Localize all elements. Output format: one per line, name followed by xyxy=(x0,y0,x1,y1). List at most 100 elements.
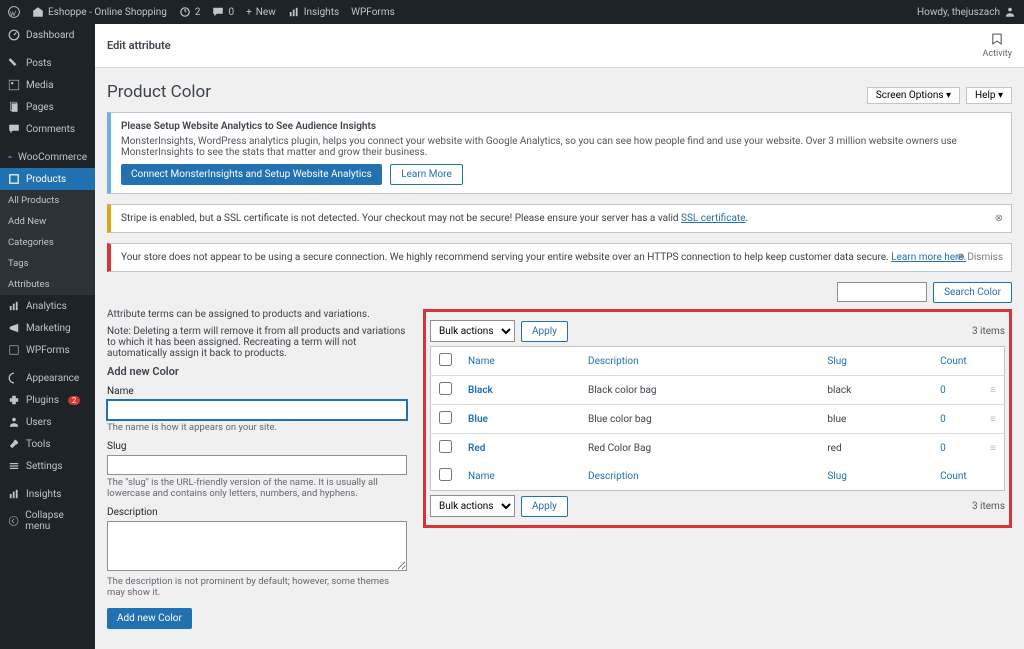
description-input[interactable] xyxy=(107,521,407,571)
apply-bottom-button[interactable]: Apply xyxy=(521,496,568,517)
term-name-link[interactable]: Black xyxy=(468,385,493,396)
description-help: The description is not prominent by defa… xyxy=(107,576,407,598)
learn-more-button[interactable]: Learn More xyxy=(390,164,463,185)
name-help: The name is how it appears on your site. xyxy=(107,422,407,433)
drag-handle-icon[interactable]: ≡ xyxy=(982,376,1004,405)
submenu-add-new[interactable]: Add New xyxy=(0,211,95,232)
row-checkbox[interactable] xyxy=(439,411,452,424)
ssl-certificate-link[interactable]: SSL certificate xyxy=(681,213,745,224)
new-content[interactable]: + New xyxy=(246,7,276,18)
description-label: Description xyxy=(107,507,407,518)
plugins-badge: 2 xyxy=(68,396,81,405)
add-new-color-button[interactable]: Add new Color xyxy=(107,608,192,629)
items-count-top: 3 items xyxy=(972,326,1005,337)
col-count-footer[interactable]: Count xyxy=(940,471,967,482)
menu-analytics[interactable]: Analytics xyxy=(0,295,95,317)
menu-insights[interactable]: Insights xyxy=(0,483,95,505)
slug-label: Slug xyxy=(107,441,407,452)
main-content: Edit attribute Activity Product Color Sc… xyxy=(95,24,1024,649)
admin-bar: Eshoppe - Online Shopping 2 0 + New Insi… xyxy=(0,0,1024,24)
apply-top-button[interactable]: Apply xyxy=(521,321,568,342)
slug-help: The "slug" is the URL-friendly version o… xyxy=(107,477,407,499)
col-name-header[interactable]: Name xyxy=(468,356,495,367)
screen-options-button[interactable]: Screen Options ▾ xyxy=(867,87,960,104)
stripe-ssl-notice: Stripe is enabled, but a SSL certificate… xyxy=(107,204,1012,233)
select-all-top[interactable] xyxy=(439,353,452,366)
col-slug-header[interactable]: Slug xyxy=(827,356,847,367)
menu-plugins[interactable]: Plugins2 xyxy=(0,389,95,411)
monsterinsights-notice: Please Setup Website Analytics to See Au… xyxy=(107,112,1012,194)
wpforms-link[interactable]: WPForms xyxy=(351,7,395,18)
term-slug: blue xyxy=(819,405,932,434)
wp-logo[interactable] xyxy=(8,6,20,18)
menu-appearance[interactable]: Appearance xyxy=(0,367,95,389)
term-count-link[interactable]: 0 xyxy=(940,414,946,425)
table-row: Black Black color bag black 0 ≡ xyxy=(431,376,1005,405)
menu-woocommerce[interactable]: WooCommerce xyxy=(0,146,95,168)
menu-posts[interactable]: Posts xyxy=(0,52,95,74)
submenu-tags[interactable]: Tags xyxy=(0,253,95,274)
insights-link[interactable]: Insights xyxy=(288,6,339,18)
name-label: Name xyxy=(107,386,407,397)
term-slug: red xyxy=(819,434,932,463)
items-count-bottom: 3 items xyxy=(972,501,1005,512)
drag-handle-icon[interactable]: ≡ xyxy=(982,434,1004,463)
connect-mi-button[interactable]: Connect MonsterInsights and Setup Websit… xyxy=(121,164,382,185)
learn-more-https-link[interactable]: Learn more here. xyxy=(891,252,966,263)
drag-handle-icon[interactable]: ≡ xyxy=(982,405,1004,434)
site-name[interactable]: Eshoppe - Online Shopping xyxy=(32,6,167,18)
comments-count[interactable]: 0 xyxy=(212,6,234,18)
terms-table-highlight: Bulk actions Apply 3 items Name Descript… xyxy=(423,309,1012,528)
menu-settings[interactable]: Settings xyxy=(0,455,95,477)
menu-marketing[interactable]: Marketing xyxy=(0,317,95,339)
col-desc-footer[interactable]: Description xyxy=(588,471,639,482)
activity-panel[interactable]: Activity xyxy=(983,32,1012,59)
menu-products[interactable]: Products xyxy=(0,168,95,190)
submenu-all-products[interactable]: All Products xyxy=(0,190,95,211)
terms-table: Name Description Slug Count Black Black … xyxy=(430,346,1005,491)
updates[interactable]: 2 xyxy=(179,6,201,18)
term-name-link[interactable]: Blue xyxy=(468,414,488,425)
menu-users[interactable]: Users xyxy=(0,411,95,433)
products-submenu: All Products Add New Categories Tags Att… xyxy=(0,190,95,295)
dismiss-https-button[interactable]: ⊗ Dismiss xyxy=(956,252,1003,263)
menu-pages[interactable]: Pages xyxy=(0,96,95,118)
bulk-actions-bottom[interactable]: Bulk actions xyxy=(430,495,515,517)
submenu-attributes[interactable]: Attributes xyxy=(0,274,95,295)
bulk-actions-top[interactable]: Bulk actions xyxy=(430,320,515,342)
col-slug-footer[interactable]: Slug xyxy=(827,471,847,482)
term-description: Blue color bag xyxy=(580,405,819,434)
menu-dashboard[interactable]: Dashboard xyxy=(0,24,95,46)
menu-wpforms[interactable]: WPForms xyxy=(0,339,95,361)
col-name-footer[interactable]: Name xyxy=(468,471,495,482)
select-all-bottom[interactable] xyxy=(439,468,452,481)
col-count-header[interactable]: Count xyxy=(940,356,967,367)
collapse-menu[interactable]: Collapse menu xyxy=(0,505,95,537)
submenu-categories[interactable]: Categories xyxy=(0,232,95,253)
term-count-link[interactable]: 0 xyxy=(940,385,946,396)
add-new-heading: Add new Color xyxy=(107,365,407,378)
dismiss-stripe-icon[interactable]: ⊗ xyxy=(995,213,1003,224)
term-name-link[interactable]: Red xyxy=(468,443,485,454)
name-input[interactable] xyxy=(107,400,407,420)
col-desc-header[interactable]: Description xyxy=(588,356,639,367)
term-description: Red Color Bag xyxy=(580,434,819,463)
notice-title: Please Setup Website Analytics to See Au… xyxy=(121,121,1001,132)
admin-sidebar: Dashboard Posts Media Pages Comments Woo… xyxy=(0,24,95,649)
row-checkbox[interactable] xyxy=(439,440,452,453)
page-title: Product Color xyxy=(107,82,211,102)
row-checkbox[interactable] xyxy=(439,382,452,395)
search-input[interactable] xyxy=(837,282,927,302)
search-color-button[interactable]: Search Color xyxy=(933,282,1012,303)
intro-text-2: Note: Deleting a term will remove it fro… xyxy=(107,326,407,359)
slug-input[interactable] xyxy=(107,455,407,475)
term-count-link[interactable]: 0 xyxy=(940,443,946,454)
menu-media[interactable]: Media xyxy=(0,74,95,96)
https-notice: Your store does not appear to be using a… xyxy=(107,243,1012,272)
term-description: Black color bag xyxy=(580,376,819,405)
help-button[interactable]: Help ▾ xyxy=(966,87,1012,104)
menu-comments[interactable]: Comments xyxy=(0,118,95,140)
menu-tools[interactable]: Tools xyxy=(0,433,95,455)
notice-body: MonsterInsights, WordPress analytics plu… xyxy=(121,136,1001,158)
howdy[interactable]: Howdy, thejuszach xyxy=(917,6,1016,18)
